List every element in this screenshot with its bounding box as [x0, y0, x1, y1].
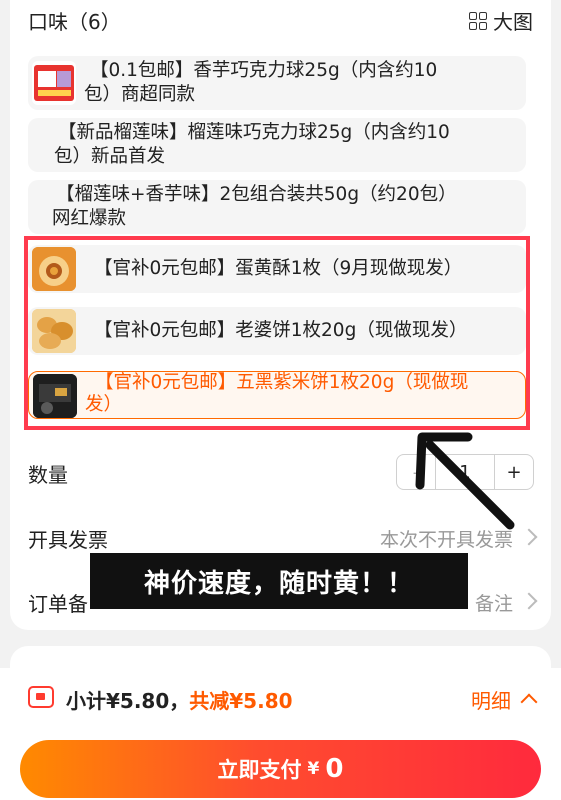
product-thumb-taro [32, 61, 76, 105]
arrow-annotation-icon [415, 432, 515, 530]
overlay-caption: 神价速度，随时黄！！ [90, 553, 468, 609]
grid-icon [469, 11, 487, 30]
flavor-option-wife-cake[interactable]: 【官补0元包邮】老婆饼1枚20g（现做现发） [28, 307, 526, 355]
flavor-option-taro[interactable]: 【0.1包邮】香芋巧克力球25g（内含约10 包）商超同款 [28, 56, 526, 110]
pay-amount: 0 [325, 754, 344, 784]
subtotal: 小计¥5.80，共减¥5.80 [66, 685, 293, 714]
invoice-label: 开具发票 [28, 528, 108, 552]
option-label-cont: 包）商超同款 [84, 84, 196, 105]
option-label-cont: 发） [85, 394, 123, 415]
flavor-option-combo[interactable]: 【榴莲味+香芋味】2包组合装共50g（约20包） 网红爆款 [28, 180, 526, 234]
option-label: 【0.1包邮】香芋巧克力球25g（内含约10 [90, 60, 438, 81]
flavor-option-egg-yolk-pastry[interactable]: 【官补0元包邮】蛋黄酥1枚（9月现做现发） [28, 245, 526, 293]
product-thumb-purple-rice-cake [33, 374, 77, 418]
pay-label: 立即支付 [217, 758, 302, 782]
option-label: 【新品榴莲味】榴莲味巧克力球25g（内含约10 [58, 122, 450, 143]
option-label: 【榴莲味+香芋味】2包组合装共50g（约20包） [56, 184, 457, 205]
option-label: 【官补0元包邮】老婆饼1枚20g（现做现发） [94, 320, 468, 341]
option-label: 【官补0元包邮】蛋黄酥1枚（9月现做现发） [94, 258, 463, 279]
pay-currency: ¥ [307, 759, 320, 779]
flavor-section-title: 口味（6） [28, 10, 121, 34]
order-note-label: 订单备 [28, 592, 88, 616]
coupon-icon [28, 686, 54, 708]
order-note-value[interactable]: 备注 [475, 589, 513, 616]
big-view-label: 大图 [493, 10, 533, 34]
option-label-cont: 包）新品首发 [54, 146, 166, 167]
flavor-option-purple-rice-cake[interactable]: 【官补0元包邮】五黑紫米饼1枚20g（现做现 发） [28, 371, 526, 419]
product-thumb-wife-cake [32, 309, 76, 353]
flavor-option-durian[interactable]: 【新品榴莲味】榴莲味巧克力球25g（内含约10 包）新品首发 [28, 118, 526, 172]
product-thumb-egg-yolk-pastry [32, 247, 76, 291]
subtotal-amount: 小计¥5.80， [66, 689, 190, 713]
detail-button[interactable]: 明细 [471, 685, 511, 714]
option-label: 【官补0元包邮】五黑紫米饼1枚20g（现做现 [95, 372, 469, 393]
big-view-toggle[interactable]: 大图 [469, 6, 533, 35]
pay-now-button[interactable]: 立即支付 ¥0 [20, 740, 541, 798]
quantity-label: 数量 [28, 463, 68, 487]
discount-amount: 共减¥5.80 [189, 689, 293, 713]
option-label-cont: 网红爆款 [52, 208, 127, 229]
